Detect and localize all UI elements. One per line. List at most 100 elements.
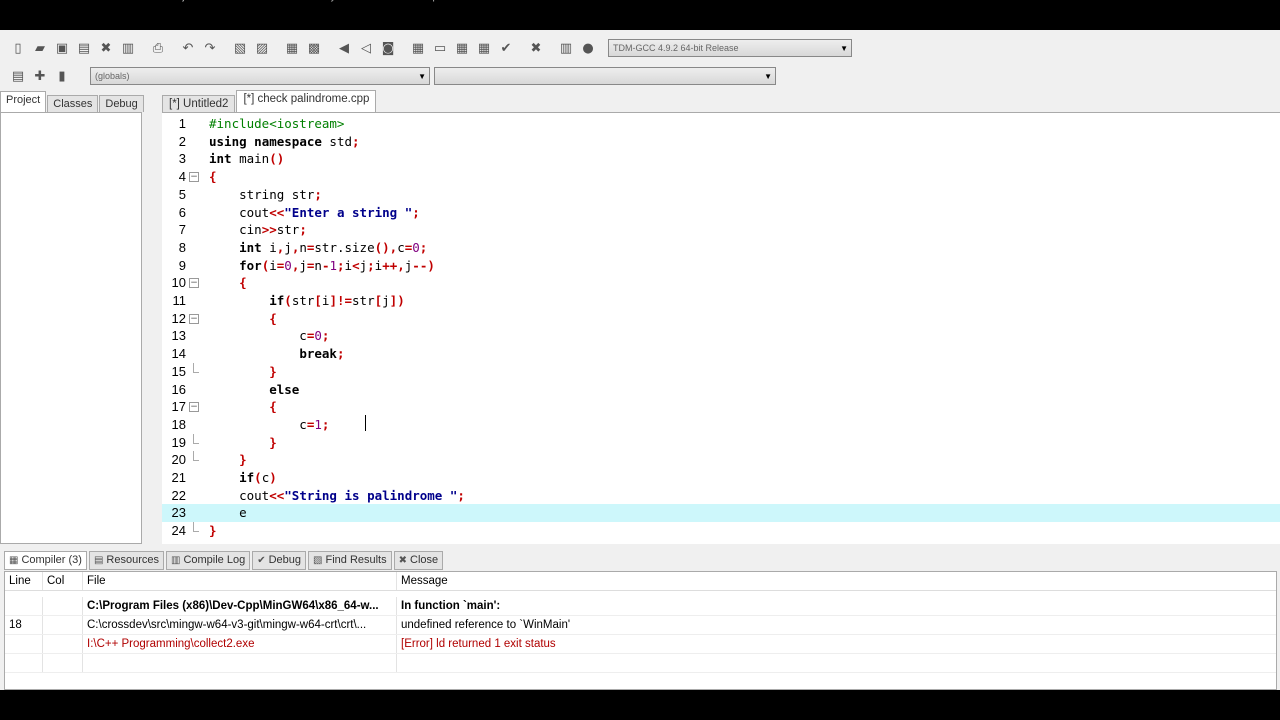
- header-file[interactable]: File: [83, 572, 397, 590]
- undo-icon[interactable]: ↶: [178, 38, 198, 58]
- menu-item[interactable]: Project: [165, 0, 199, 10]
- code-line[interactable]: 5 string str;: [162, 186, 1280, 204]
- fold-toggle-icon[interactable]: −: [189, 278, 199, 289]
- code-editor[interactable]: 1 #include<iostream> 2 using namespace std;…: [162, 112, 1280, 544]
- menu-item[interactable]: File: [6, 0, 24, 10]
- chart-icon: ▥: [171, 554, 181, 566]
- code-text: {: [269, 310, 277, 326]
- replace-icon[interactable]: ▨: [252, 38, 272, 58]
- code-line[interactable]: 20 }: [162, 451, 1280, 469]
- tab-compiler[interactable]: ▦ Compiler (3): [4, 550, 87, 570]
- tab-check-palindrome[interactable]: [*] check palindrome.cpp: [236, 90, 377, 112]
- rebuild-icon[interactable]: ▦: [474, 38, 494, 58]
- code-line[interactable]: 18 c=1;: [162, 416, 1280, 434]
- line-number: 19: [171, 434, 186, 450]
- code-line[interactable]: 9 for(i=0,j=n-1;i<j;i++,j--): [162, 257, 1280, 275]
- compile-icon[interactable]: ▦: [408, 38, 428, 58]
- menu-item[interactable]: Edit: [40, 0, 59, 10]
- unindent-icon[interactable]: ◁: [356, 38, 376, 58]
- insert-icon[interactable]: ▤: [8, 66, 28, 86]
- code-line[interactable]: 6 cout<<"Enter a string ";: [162, 204, 1280, 222]
- redo-icon[interactable]: ↷: [200, 38, 220, 58]
- save-all-icon[interactable]: ▤: [74, 38, 94, 58]
- code-line[interactable]: 14 break;: [162, 345, 1280, 363]
- code-line[interactable]: 2 using namespace std;: [162, 133, 1280, 151]
- code-line[interactable]: 7 cin>>str;: [162, 221, 1280, 239]
- delete-profile-icon[interactable]: ●: [578, 38, 598, 58]
- row-message: undefined reference to `WinMain': [401, 619, 571, 631]
- menu-item[interactable]: Help: [416, 0, 439, 10]
- code-line[interactable]: 4−{: [162, 168, 1280, 186]
- add-to-project-icon[interactable]: ✚: [30, 66, 50, 86]
- header-col[interactable]: Col: [43, 572, 83, 590]
- menu-item[interactable]: Window: [361, 0, 400, 10]
- tab-find-results[interactable]: ▧ Find Results: [308, 550, 392, 570]
- menu-item[interactable]: View: [126, 0, 150, 10]
- code-line[interactable]: 23 e: [162, 504, 1280, 523]
- tab-debug-output[interactable]: ✔ Debug: [252, 550, 307, 570]
- menu-item[interactable]: AStyle: [313, 0, 345, 10]
- bookmark-icon[interactable]: ▩: [304, 38, 324, 58]
- menu-item[interactable]: Search: [75, 0, 110, 10]
- header-message[interactable]: Message: [397, 572, 1277, 590]
- tab-resources[interactable]: ▤ Resources: [88, 550, 164, 570]
- code-line[interactable]: 10− {: [162, 274, 1280, 292]
- code-line[interactable]: 24}: [162, 522, 1280, 540]
- code-line[interactable]: 1 #include<iostream>: [162, 115, 1280, 133]
- menu-item[interactable]: Tools: [271, 0, 297, 10]
- editor-tabs: [*] Untitled2 [*] check palindrome.cpp: [162, 90, 377, 112]
- code-text: }: [239, 452, 247, 468]
- open-file-icon[interactable]: ▰: [30, 38, 50, 58]
- print-icon[interactable]: ⎙: [148, 38, 168, 58]
- header-line[interactable]: Line: [5, 572, 43, 590]
- code-line[interactable]: 22 cout<<"String is palindrome ";: [162, 487, 1280, 505]
- code-line[interactable]: 19 }: [162, 433, 1280, 452]
- code-line[interactable]: 8 int i,j,n=str.size(),c=0;: [162, 239, 1280, 257]
- tab-untitled2[interactable]: [*] Untitled2: [162, 95, 236, 112]
- code-line[interactable]: 17− {: [162, 398, 1280, 416]
- find-icon: ▧: [313, 554, 323, 566]
- tab-close[interactable]: ✖ Close: [393, 550, 444, 570]
- stop-execution-icon[interactable]: ✖: [526, 38, 546, 58]
- menu-item[interactable]: Execute: [215, 0, 255, 10]
- scope-select[interactable]: (globals) ▼: [90, 67, 430, 85]
- table-row[interactable]: I:\C++ Programming\collect2.exe [Error] …: [5, 635, 1276, 654]
- member-select[interactable]: ▼: [434, 67, 776, 85]
- code-text: cout<<"String is palindrome ";: [209, 487, 465, 503]
- tab-classes[interactable]: Classes: [47, 95, 99, 112]
- fold-toggle-icon[interactable]: −: [189, 172, 199, 183]
- code-line[interactable]: 13 c=0;: [162, 327, 1280, 345]
- close-all-icon[interactable]: ▥: [118, 38, 138, 58]
- code-line[interactable]: 16 else: [162, 381, 1280, 399]
- save-icon[interactable]: ▣: [52, 38, 72, 58]
- project-options-icon[interactable]: ▮: [52, 66, 72, 86]
- code-line[interactable]: 21 if(c): [162, 469, 1280, 487]
- tab-find-results-label: Find Results: [325, 554, 387, 566]
- new-file-icon[interactable]: ▯: [8, 38, 28, 58]
- code-line[interactable]: 11 if(str[i]!=str[j]): [162, 292, 1280, 310]
- syntax-check-icon[interactable]: ✔: [496, 38, 516, 58]
- tab-compile-log[interactable]: ▥ Compile Log: [166, 550, 251, 570]
- tab-project[interactable]: Project: [0, 91, 47, 112]
- close-file-icon[interactable]: ✖: [96, 38, 116, 58]
- code-line[interactable]: 15 }: [162, 362, 1280, 381]
- code-line[interactable]: 3 int main(): [162, 150, 1280, 168]
- goto-line-icon[interactable]: ▦: [282, 38, 302, 58]
- toggle-comment-icon[interactable]: ◙: [378, 38, 398, 58]
- code-line[interactable]: 12− {: [162, 310, 1280, 328]
- indent-icon[interactable]: ◀: [334, 38, 354, 58]
- compile-run-icon[interactable]: ▦: [452, 38, 472, 58]
- fold-toggle-icon[interactable]: −: [189, 402, 199, 413]
- left-tabs: Project Classes Debug: [0, 90, 160, 112]
- fold-toggle-icon[interactable]: −: [189, 313, 199, 324]
- tab-debug[interactable]: Debug: [99, 95, 144, 112]
- table-row[interactable]: 18 C:\crossdev\src\mingw-w64-v3-git\ming…: [5, 616, 1276, 635]
- row-file: I:\C++ Programming\collect2.exe: [83, 635, 397, 653]
- table-row[interactable]: C:\Program Files (x86)\Dev-Cpp\MinGW64\x…: [5, 597, 1276, 616]
- compiler-select[interactable]: TDM-GCC 4.9.2 64-bit Release ▼: [608, 39, 852, 57]
- run-icon[interactable]: ▭: [430, 38, 450, 58]
- profile-chart-icon[interactable]: ▥: [556, 38, 576, 58]
- project-tree[interactable]: [0, 112, 142, 544]
- tab-resources-label: Resources: [106, 554, 159, 566]
- find-icon[interactable]: ▧: [230, 38, 250, 58]
